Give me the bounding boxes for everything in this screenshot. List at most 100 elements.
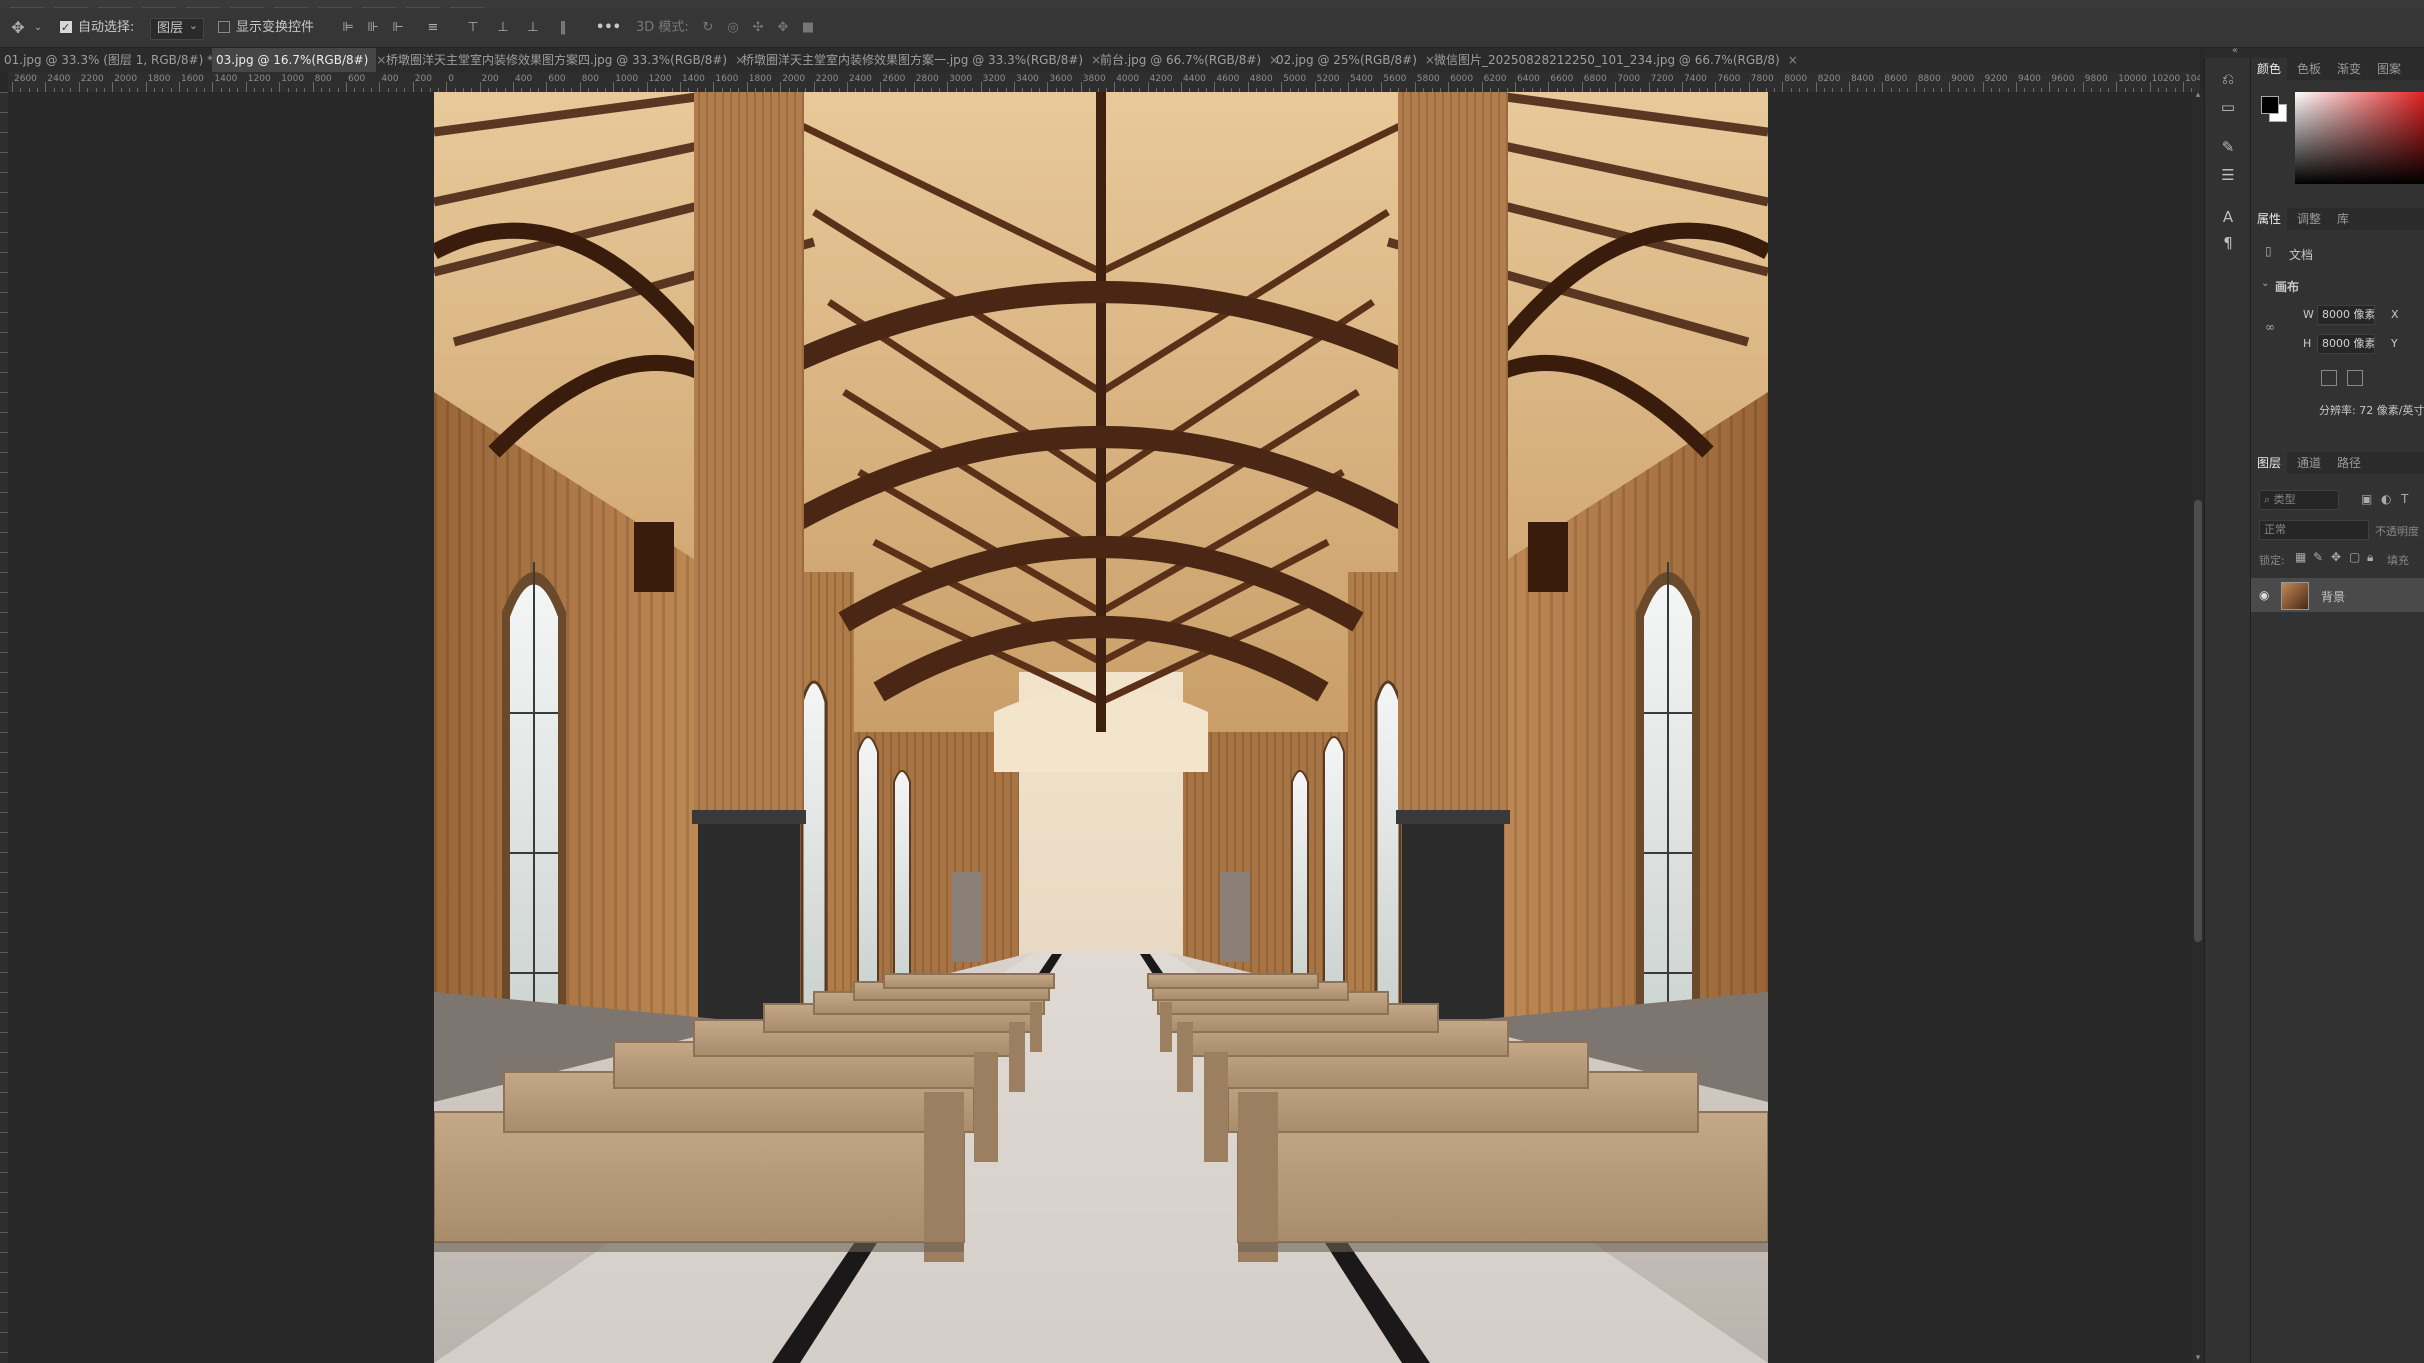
more-options-button[interactable]: ••• (596, 18, 621, 38)
ruler-label: 4800 (1249, 74, 1273, 84)
panel-collapse-bar[interactable]: « (2204, 45, 2424, 58)
show-transform-checkbox[interactable]: 显示变换控件 (218, 18, 314, 38)
3d-camera-icon[interactable]: ■ (800, 20, 816, 36)
history-icon[interactable]: ⎌ (2219, 70, 2237, 88)
tab-color[interactable]: 颜色 (2251, 58, 2288, 80)
tab-paths[interactable]: 路径 (2331, 452, 2367, 474)
ruler-label: 3600 (1049, 74, 1073, 84)
tab-swatches[interactable]: 色板 (2291, 58, 2327, 80)
portrait-orientation-icon[interactable] (2321, 370, 2337, 386)
menu-bar (0, 0, 2424, 8)
tool-preset-chevron-icon[interactable]: ⌄ (30, 20, 46, 36)
paragraph-icon[interactable]: ¶ (2219, 234, 2237, 252)
ruler-tick (2049, 82, 2051, 92)
canvas-area[interactable] (8, 92, 2192, 1363)
tab-properties[interactable]: 属性 (2251, 208, 2288, 230)
align-middle-icon[interactable]: ⊥ (495, 20, 511, 36)
ruler-label: 2200 (815, 74, 839, 84)
ruler-label: 8600 (1884, 74, 1908, 84)
3d-slide-icon[interactable]: ✥ (775, 20, 791, 36)
distribute-vertical-icon[interactable]: ‖ (555, 20, 571, 36)
ruler-label: 200 (481, 74, 499, 84)
3d-roll-icon[interactable]: ◎ (725, 20, 741, 36)
adjustments-icon[interactable]: ☰ (2219, 166, 2237, 184)
ruler-tick (2082, 82, 2084, 92)
align-center-icon[interactable]: ⊪ (365, 20, 381, 36)
tab-close-icon[interactable]: × (1788, 53, 1798, 67)
ruler-tick (45, 82, 47, 92)
vertical-ruler[interactable] (0, 92, 8, 1363)
visibility-eye-icon[interactable]: ◉ (2259, 588, 2269, 602)
landscape-orientation-icon[interactable] (2347, 370, 2363, 386)
align-top-icon[interactable]: ⊤ (465, 20, 481, 36)
width-field[interactable]: 8000 像素 (2317, 305, 2375, 325)
ruler-tick (880, 82, 882, 92)
tab-document[interactable]: 微信图片_20250828212250_101_234.jpg @ 66.7%(… (1430, 48, 1798, 72)
lock-image-icon[interactable]: ✎ (2313, 550, 2323, 564)
section-chevron-icon[interactable]: ⌄ (2261, 278, 2269, 289)
scrollbar-thumb[interactable] (2194, 500, 2202, 942)
align-right-icon[interactable]: ⊩ (390, 20, 406, 36)
distribute-icon[interactable]: ≡ (425, 20, 441, 36)
ruler-tick (78, 82, 80, 92)
tab-document-active[interactable]: 03.jpg @ 16.7%(RGB/8#) × (212, 48, 386, 72)
tab-layers[interactable]: 图层 (2251, 452, 2288, 474)
ruler-tick (1648, 82, 1650, 92)
tab-document[interactable]: 前台.jpg @ 66.7%(RGB/8#) × (1096, 48, 1279, 72)
tab-patterns[interactable]: 图案 (2371, 58, 2407, 80)
ruler-tick (1314, 82, 1316, 92)
tab-adjustments[interactable]: 调整 (2291, 208, 2327, 230)
tab-document[interactable]: 桥墩圈洋天主堂室内装修效果图方案一.jpg @ 33.3%(RGB/8#) × (738, 48, 1101, 72)
ruler-label: 9000 (1951, 74, 1975, 84)
vertical-scrollbar[interactable]: ▴ ▾ (2192, 90, 2204, 1363)
auto-select-checkbox[interactable]: 自动选择: (60, 18, 134, 38)
filter-adjustment-icon[interactable]: ◐ (2381, 492, 2391, 506)
tab-document[interactable]: 02.jpg @ 25%(RGB/8#) × (1272, 48, 1435, 72)
ruler-tick (379, 82, 381, 92)
ruler-label: 4400 (1183, 74, 1206, 84)
lock-artboard-icon[interactable]: ▢ (2349, 550, 2360, 564)
lock-all-icon[interactable]: 🔒︎ (2367, 550, 2373, 565)
auto-select-target-dropdown[interactable]: 图层 (150, 16, 205, 40)
foreground-color-swatch[interactable] (2261, 96, 2279, 114)
ruler-tick (279, 82, 281, 92)
horizontal-ruler[interactable]: 2600 2400 2200 2000 1800 1600 1400 1200 1000 800 6… (8, 72, 2200, 93)
align-left-icon[interactable]: ⊫ (340, 20, 356, 36)
layer-filter-field[interactable]: ⌕ 类型 (2259, 490, 2339, 510)
3d-rotate-icon[interactable]: ↻ (700, 20, 716, 36)
tab-libraries[interactable]: 库 (2331, 208, 2355, 230)
blend-mode-dropdown[interactable]: 正常 (2259, 520, 2369, 540)
ruler-tick (1214, 82, 1216, 92)
ruler-tick (613, 82, 615, 92)
filter-pixel-icon[interactable]: ▣ (2361, 492, 2372, 506)
comment-icon[interactable]: ▭ (2219, 98, 2237, 116)
color-picker-field[interactable] (2295, 92, 2424, 184)
align-bottom-icon[interactable]: ⊥ (525, 20, 541, 36)
lock-position-icon[interactable]: ✥ (2331, 550, 2341, 564)
brush-settings-icon[interactable]: ✎ (2219, 138, 2237, 156)
tab-document[interactable]: 桥墩圈洋天主堂室内装修效果图方案四.jpg @ 33.3%(RGB/8#) × (382, 48, 745, 72)
tab-gradients[interactable]: 渐变 (2331, 58, 2367, 80)
ruler-tick (479, 82, 481, 92)
ruler-label: 2000 (114, 74, 138, 84)
layer-row[interactable]: ◉ 背景 (2251, 578, 2424, 612)
ruler-label: 6000 (1450, 74, 1474, 84)
3d-pan-icon[interactable]: ✣ (750, 20, 766, 36)
ruler-tick (847, 82, 848, 92)
height-field[interactable]: 8000 像素 (2317, 334, 2375, 354)
character-icon[interactable]: A (2219, 208, 2237, 226)
scroll-up-icon[interactable]: ▴ (2193, 90, 2203, 100)
scroll-down-icon[interactable]: ▾ (2193, 1353, 2203, 1363)
ruler-label: 1000 (615, 74, 639, 84)
collapse-panels-icon[interactable]: « (2232, 45, 2238, 56)
filter-type-icon[interactable]: T (2401, 492, 2408, 506)
link-icon[interactable]: ∞ (2265, 320, 2275, 334)
lock-transparent-icon[interactable]: ▦ (2295, 550, 2306, 564)
tab-document[interactable]: 01.jpg @ 33.3% (图层 1, RGB/8#) *× (0, 48, 231, 72)
tab-channels[interactable]: 通道 (2291, 452, 2327, 474)
ruler-label: 9800 (2084, 74, 2108, 84)
ruler-label: 7200 (1650, 74, 1674, 84)
move-tool-icon[interactable]: ✥ (10, 20, 26, 36)
ruler-tick (412, 82, 414, 92)
ruler-label: 2000 (782, 74, 806, 84)
